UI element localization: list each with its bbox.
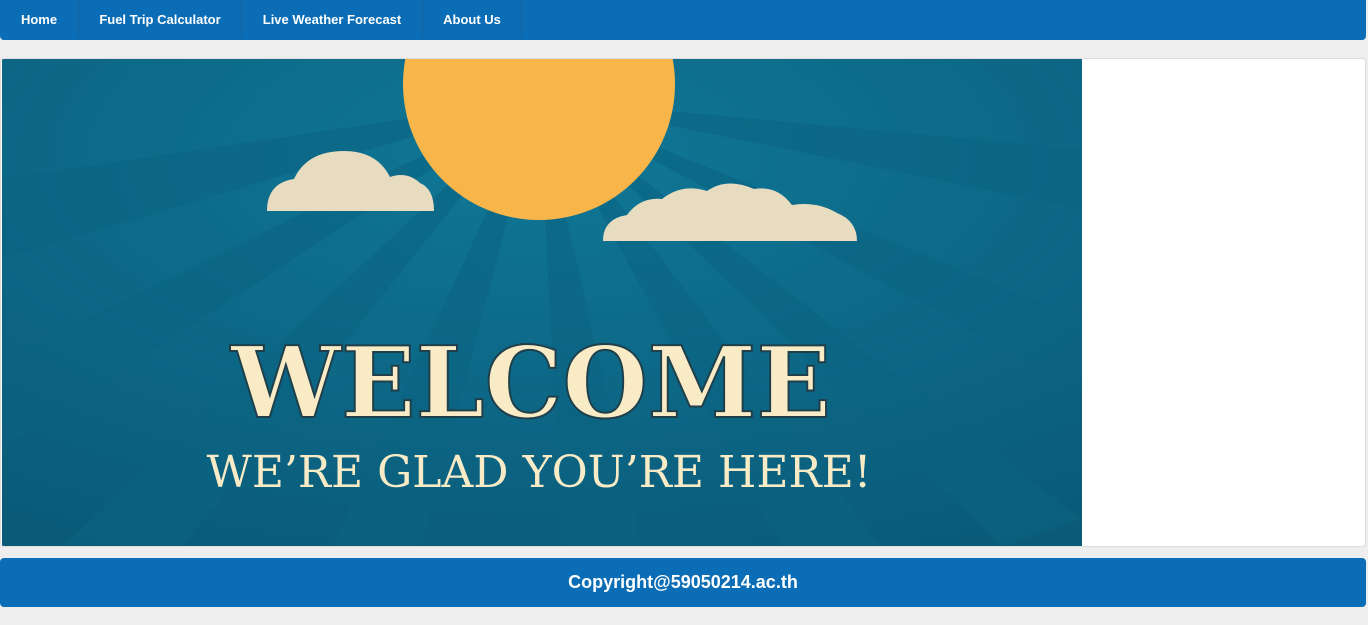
- nav-item-label: Home: [20, 11, 58, 27]
- nav-item-home[interactable]: Home: [0, 0, 79, 38]
- banner-subline: WE’RE GLAD YOU’RE HERE!: [207, 447, 872, 498]
- nav-item-about-us[interactable]: About Us: [423, 0, 522, 38]
- top-navbar: Home Fuel Trip Calculator Live Weather F…: [0, 0, 1366, 40]
- copyright-text: Copyright@59050214.ac.th: [568, 572, 798, 592]
- nav-item-label: Live Weather Forecast: [262, 11, 402, 27]
- nav-item-fuel-trip-calculator[interactable]: Fuel Trip Calculator: [79, 0, 242, 38]
- nav-item-live-weather-forecast[interactable]: Live Weather Forecast: [242, 0, 423, 38]
- main-content-panel: WELCOME WE’RE GLAD YOU’RE HERE!: [0, 58, 1366, 547]
- welcome-banner-image: WELCOME WE’RE GLAD YOU’RE HERE!: [2, 59, 1082, 546]
- nav-item-label: About Us: [443, 11, 501, 27]
- footer-bar: Copyright@59050214.ac.th: [0, 558, 1366, 607]
- banner-headline: WELCOME: [230, 326, 831, 441]
- welcome-banner-graphic: WELCOME WE’RE GLAD YOU’RE HERE!: [2, 59, 1082, 546]
- nav-item-label: Fuel Trip Calculator: [99, 11, 221, 27]
